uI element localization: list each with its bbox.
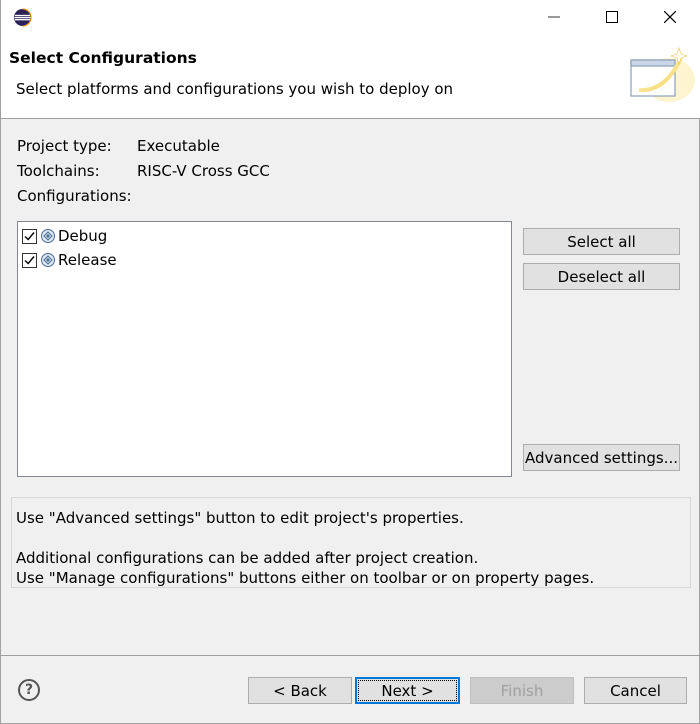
minimize-icon — [548, 16, 560, 18]
toolchains-value: RISC-V Cross GCC — [137, 162, 270, 180]
configuration-icon — [41, 253, 55, 267]
configuration-icon — [41, 229, 55, 243]
advanced-settings-button[interactable]: Advanced settings... — [523, 444, 680, 471]
checkmark-icon — [24, 255, 35, 265]
checkmark-icon — [24, 231, 35, 241]
project-type-label: Project type: — [17, 137, 112, 155]
close-icon — [664, 11, 676, 23]
page-description: Select platforms and configurations you … — [16, 80, 454, 98]
select-all-button[interactable]: Select all — [523, 228, 680, 255]
minimize-button[interactable] — [525, 0, 583, 34]
deselect-all-button[interactable]: Deselect all — [523, 263, 680, 290]
wizard-window: Select Configurations Select platforms a… — [0, 0, 700, 724]
help-icon[interactable]: ? — [18, 679, 40, 701]
release-label: Release — [58, 251, 117, 269]
info-line-manage: Use "Manage configurations" buttons eith… — [16, 569, 595, 587]
eclipse-app-icon — [13, 8, 32, 27]
next-button[interactable]: Next > — [355, 677, 460, 704]
info-panel: Use "Advanced settings" button to edit p… — [11, 497, 691, 588]
maximize-icon — [606, 11, 618, 23]
info-line-advanced: Use "Advanced settings" button to edit p… — [16, 509, 464, 527]
list-item-debug[interactable]: Debug — [22, 225, 107, 247]
cancel-button[interactable]: Cancel — [584, 677, 687, 704]
configurations-label: Configurations: — [17, 187, 132, 205]
info-line-additional: Additional configurations can be added a… — [16, 549, 479, 567]
wizard-banner-icon — [630, 47, 695, 102]
wizard-banner: Select Configurations Select platforms a… — [1, 34, 700, 119]
footer-separator — [1, 655, 699, 656]
release-checkbox[interactable] — [22, 252, 37, 268]
finish-button[interactable]: Finish — [470, 677, 574, 704]
back-button[interactable]: < Back — [248, 677, 352, 704]
list-item-release[interactable]: Release — [22, 249, 117, 271]
title-bar — [1, 0, 700, 34]
configurations-list[interactable]: Debug Release — [17, 221, 512, 477]
maximize-button[interactable] — [583, 0, 641, 34]
debug-checkbox[interactable] — [22, 228, 37, 244]
toolchains-label: Toolchains: — [17, 162, 100, 180]
debug-label: Debug — [58, 227, 108, 245]
close-button[interactable] — [641, 0, 699, 34]
page-title: Select Configurations — [9, 49, 197, 67]
project-type-value: Executable — [137, 137, 220, 155]
